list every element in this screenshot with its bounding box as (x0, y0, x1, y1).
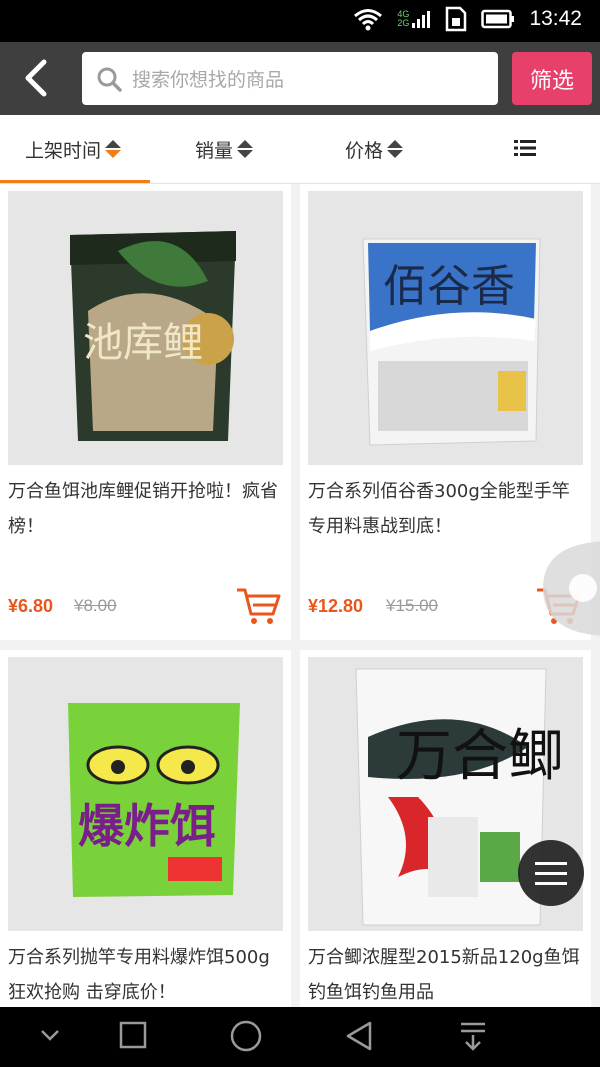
clock: 13:42 (529, 7, 582, 30)
product-image[interactable]: 佰谷香 (308, 191, 583, 465)
list-view-icon[interactable] (514, 139, 536, 157)
search-icon (97, 67, 122, 92)
search-placeholder: 搜索你想找的商品 (132, 69, 285, 91)
filter-button[interactable]: 筛选 (512, 52, 592, 105)
signal-icon (412, 11, 431, 28)
product-card[interactable]: 万合鲫 万合鲫浓腥型2015新品120g鱼饵钓鱼饵钓鱼用品 (300, 650, 591, 1010)
sort-tab-time[interactable]: 上架时间 (25, 115, 122, 183)
product-image[interactable]: 池库鲤 (8, 191, 283, 465)
floating-menu-button[interactable] (518, 840, 584, 906)
sort-tab-label: 销量 (195, 139, 234, 162)
product-old-price: ¥15.00 (386, 596, 438, 615)
system-nav-bar (0, 1007, 600, 1067)
product-card[interactable]: 爆炸饵 万合系列抛竿专用料爆炸饵500g狂欢抢购 击穿底价！ (0, 650, 291, 1010)
search-input[interactable]: 搜索你想找的商品 (82, 52, 498, 105)
recent-apps-icon[interactable] (118, 1020, 148, 1052)
status-bar: 4G 2G 13:42 (0, 0, 600, 42)
sort-bar: 上架时间 销量 价格 (0, 115, 600, 184)
sort-arrows-icon (105, 140, 122, 158)
back-arrow-icon[interactable] (18, 56, 56, 100)
chevron-down-icon[interactable] (38, 1020, 62, 1050)
product-title[interactable]: 万合鲫浓腥型2015新品120g鱼饵钓鱼饵钓鱼用品 (308, 940, 582, 1010)
wifi-icon (354, 9, 383, 31)
sort-arrows-icon (237, 140, 254, 158)
product-title[interactable]: 万合鱼饵池库鲤促销开抢啦！疯省榜！ (8, 474, 282, 544)
product-price: ¥6.80 (8, 596, 54, 616)
cart-icon[interactable] (235, 586, 281, 626)
package-text: 爆炸饵 (78, 799, 216, 853)
sort-tab-label: 价格 (345, 139, 384, 162)
product-price: ¥12.80 (308, 596, 364, 616)
product-title[interactable]: 万合系列抛竿专用料爆炸饵500g狂欢抢购 击穿底价！ (8, 940, 282, 1010)
back-to-top-icon[interactable] (543, 541, 600, 636)
notification-pull-icon[interactable] (458, 1020, 488, 1054)
network-type: 4G 2G (397, 9, 410, 28)
product-card[interactable]: 池库鲤 万合鱼饵池库鲤促销开抢啦！疯省榜！ ¥6.80 ¥8.00 (0, 184, 291, 640)
sort-arrows-icon (387, 140, 404, 158)
product-old-price: ¥8.00 (74, 596, 117, 615)
status-icons: 4G 2G 13:42 (353, 6, 582, 32)
package-text: 佰谷香 (383, 261, 515, 312)
package-text: 池库鲤 (83, 320, 203, 366)
back-icon[interactable] (344, 1020, 374, 1052)
top-header: 搜索你想找的商品 筛选 (0, 42, 600, 115)
package-text: 万合鲫 (396, 724, 564, 789)
product-title[interactable]: 万合系列佰谷香300g全能型手竿专用料惠战到底！ (308, 474, 582, 544)
home-icon[interactable] (229, 1020, 263, 1054)
sort-tab-sales[interactable]: 销量 (195, 115, 254, 183)
product-image[interactable]: 爆炸饵 (8, 657, 283, 931)
sort-tab-label: 上架时间 (25, 139, 102, 162)
sim-icon (446, 6, 467, 32)
sort-tab-price[interactable]: 价格 (345, 115, 404, 183)
active-tab-indicator (0, 180, 150, 183)
battery-icon (481, 9, 515, 29)
